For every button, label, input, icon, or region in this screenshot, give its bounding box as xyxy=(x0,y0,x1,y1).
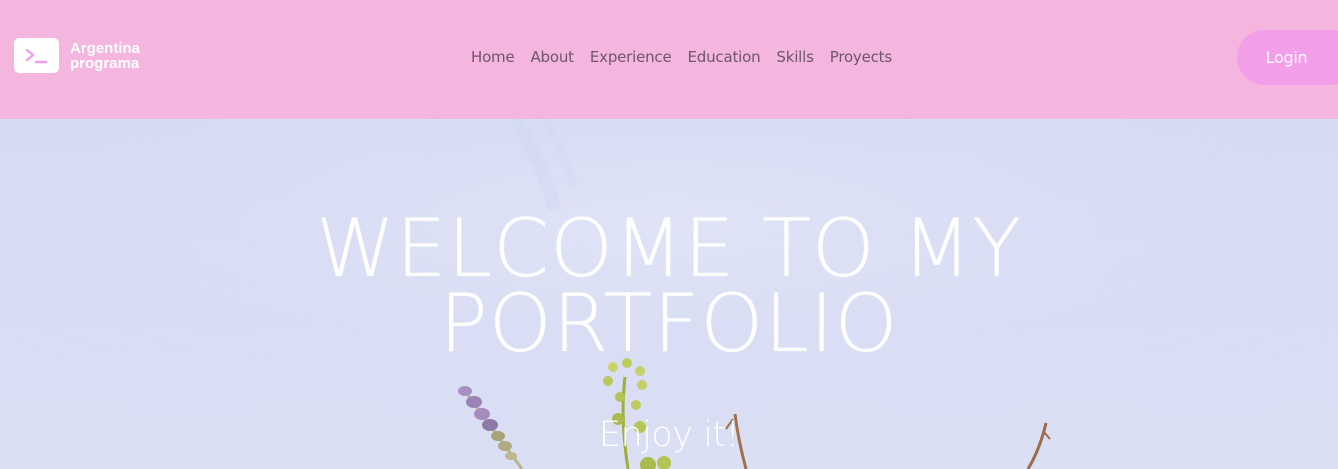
nav-link-experience[interactable]: Experience xyxy=(590,47,672,67)
brand-name-line1: Argentina xyxy=(70,39,141,57)
hero-title-line2: PORTFOLIO xyxy=(439,277,899,370)
nav-link-home[interactable]: Home xyxy=(471,47,515,67)
nav-link-proyects[interactable]: Proyects xyxy=(830,47,892,67)
navbar: Argentina programa Home About Experience… xyxy=(0,0,1338,119)
nav-link-education[interactable]: Education xyxy=(688,47,761,67)
login-button[interactable]: Login xyxy=(1237,30,1338,85)
hero-title: WELCOME TO MY PORTFOLIO xyxy=(0,202,1338,370)
hero-section: WELCOME TO MY PORTFOLIO Enjoy it! xyxy=(0,119,1338,469)
nav-link-about[interactable]: About xyxy=(531,47,575,67)
hero-subtitle: Enjoy it! xyxy=(598,415,740,455)
hero-title-line1: WELCOME TO MY xyxy=(315,202,1023,295)
terminal-icon xyxy=(14,38,59,73)
nav-link-skills[interactable]: Skills xyxy=(776,47,814,67)
brand-name: Argentina programa xyxy=(70,41,140,71)
brand-name-line2: programa xyxy=(70,54,140,72)
main-nav: Home About Experience Education Skills P… xyxy=(471,47,908,67)
brand-link[interactable]: Argentina programa xyxy=(14,38,140,73)
